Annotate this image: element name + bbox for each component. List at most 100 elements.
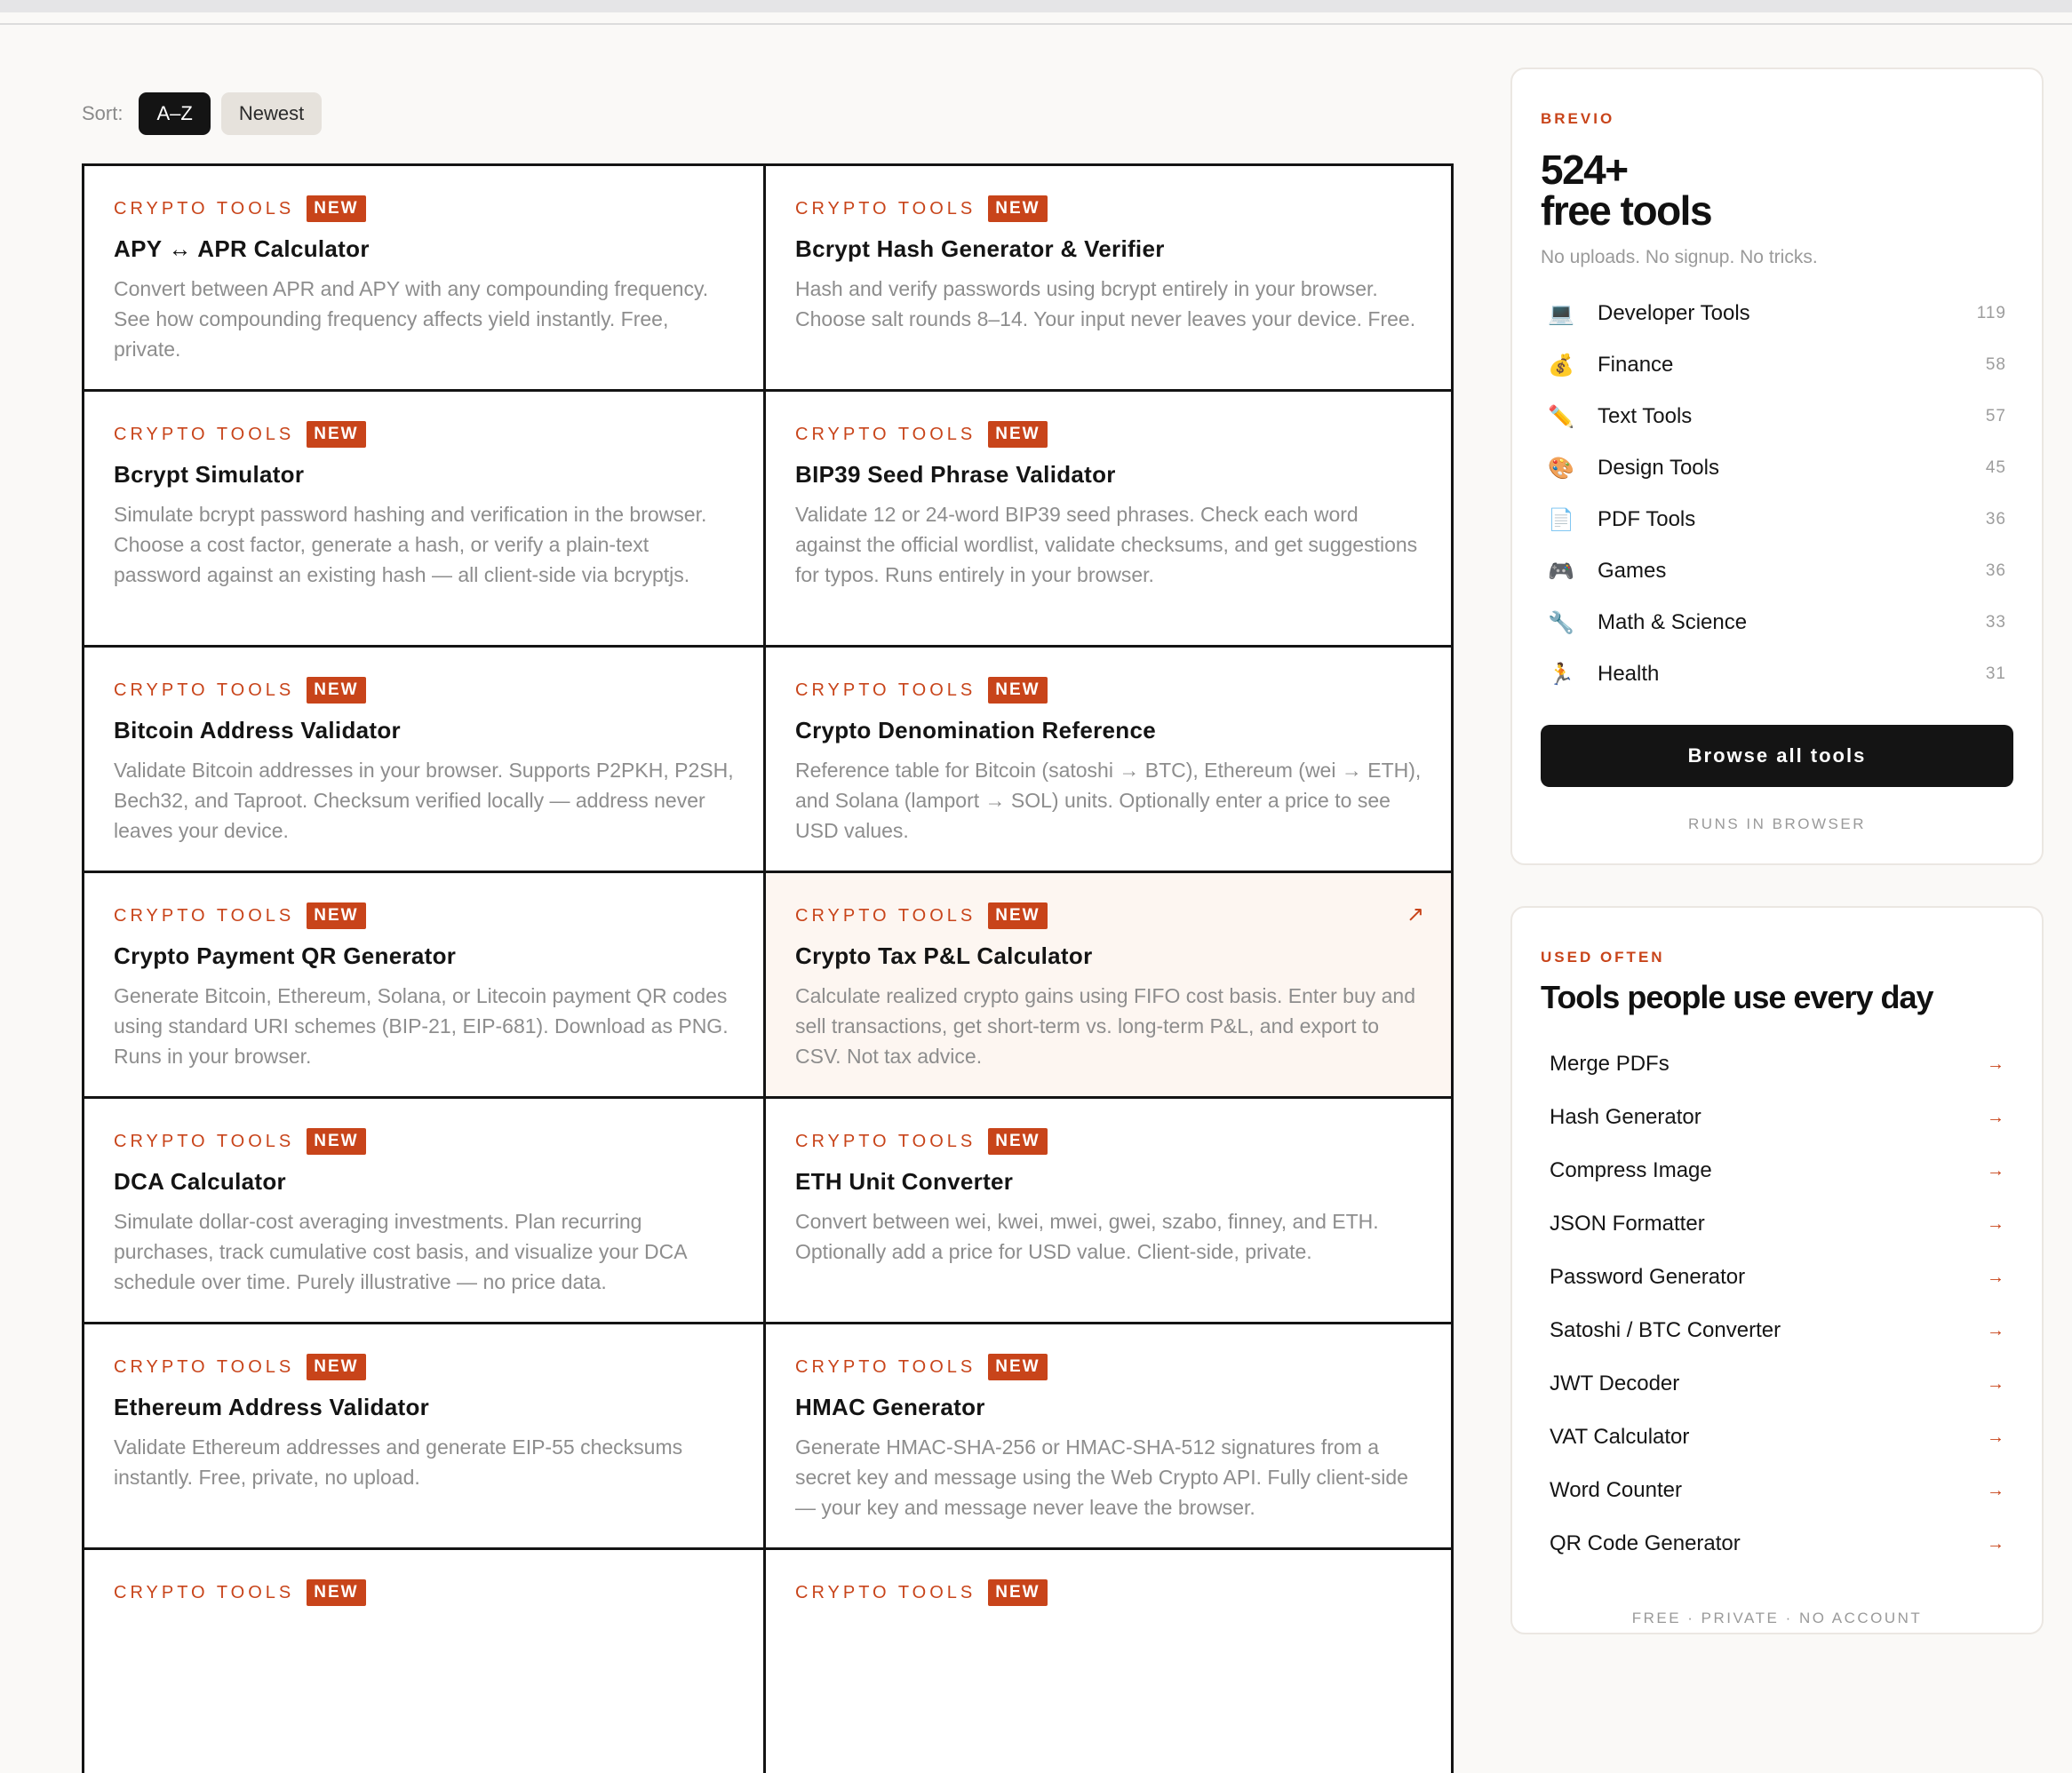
tool-card[interactable]: CRYPTO TOOLS NEW Bitcoin Address Validator… xyxy=(82,645,766,871)
category-icon: 🎮 xyxy=(1548,559,1574,584)
card-tagline: CRYPTO TOOLS NEW xyxy=(795,420,1423,449)
card-description: Validate 12 or 24-word BIP39 seed phrase… xyxy=(795,503,1418,586)
sort-newest-button[interactable]: Newest xyxy=(220,92,323,135)
tool-card[interactable]: CRYPTO TOOLS NEW APY ↔ APR Calculator Conve… xyxy=(82,163,766,389)
card-category: CRYPTO TOOLS xyxy=(114,1582,295,1602)
new-badge: NEW xyxy=(988,902,1048,929)
used-often-item[interactable]: Merge PDFs → xyxy=(1541,1038,2013,1091)
category-name: Health xyxy=(1598,662,1660,686)
arrow-right-icon: → xyxy=(1987,1213,2004,1234)
category-count: 33 xyxy=(1985,613,2006,632)
used-often-item[interactable]: JSON Formatter → xyxy=(1541,1197,2013,1251)
category-count: 45 xyxy=(1985,458,2006,477)
used-often-item[interactable]: Password Generator → xyxy=(1541,1251,2013,1304)
open-arrow-icon[interactable]: ↗ xyxy=(1407,902,1424,927)
tool-card[interactable]: CRYPTO TOOLS NEW Crypto Tax P&L Calculator… xyxy=(766,871,1454,1096)
new-badge: NEW xyxy=(307,677,366,704)
card-category: CRYPTO TOOLS xyxy=(114,905,295,926)
new-badge: NEW xyxy=(307,902,366,929)
new-badge: NEW xyxy=(307,1579,366,1606)
category-item[interactable]: 🏃 Health 31 xyxy=(1541,648,2013,700)
card-category: CRYPTO TOOLS xyxy=(795,198,976,219)
sort-a-z-button[interactable]: A–Z xyxy=(139,92,211,135)
browse-all-tools-button[interactable]: Browse all tools xyxy=(1541,725,2013,787)
tool-card[interactable]: CRYPTO TOOLS NEW Crypto Payment QR Generat… xyxy=(82,871,766,1096)
tool-card[interactable]: CRYPTO TOOLS NEW HMAC Generator Generate HM… xyxy=(766,1322,1454,1547)
arrow-right-icon: → xyxy=(1987,1160,2004,1181)
category-count: 36 xyxy=(1985,561,2006,580)
card-title: APY ↔ APR Calculator xyxy=(114,235,370,262)
category-icon: 📄 xyxy=(1548,507,1574,532)
used-often-item[interactable]: VAT Calculator → xyxy=(1541,1411,2013,1464)
browser-top-strip xyxy=(0,0,2072,12)
category-name: PDF Tools xyxy=(1598,507,1696,531)
used-often-item[interactable]: Hash Generator → xyxy=(1541,1091,2013,1144)
runs-in-browser-note: RUNS IN BROWSER xyxy=(1688,815,1866,832)
category-item[interactable]: 🔧 Math & Science 33 xyxy=(1541,597,2013,648)
arrow-right-icon: → xyxy=(1987,1480,2004,1500)
new-badge: NEW xyxy=(307,1354,366,1380)
new-badge: NEW xyxy=(988,1354,1048,1380)
used-often-item-label: Hash Generator xyxy=(1550,1105,1701,1129)
category-name: Math & Science xyxy=(1598,610,1748,634)
tool-card[interactable]: CRYPTO TOOLS NEW Ethereum Address Validato… xyxy=(82,1322,766,1547)
card-tagline: CRYPTO TOOLS NEW xyxy=(114,420,735,449)
category-item[interactable]: 📄 PDF Tools 36 xyxy=(1541,494,2013,545)
card-description: Reference table for Bitcoin (satoshi → B… xyxy=(795,759,1422,842)
category-item[interactable]: 💻 Developer Tools 119 xyxy=(1541,288,2013,339)
category-icon: 💻 xyxy=(1548,301,1574,326)
used-often-item-label: JWT Decoder xyxy=(1550,1371,1680,1395)
card-description: Simulate dollar-cost averaging investmen… xyxy=(114,1210,687,1293)
category-item[interactable]: ✏️ Text Tools 57 xyxy=(1541,391,2013,442)
category-count: 36 xyxy=(1985,510,2006,529)
used-often-item-label: Merge PDFs xyxy=(1550,1052,1670,1076)
category-icon: 💰 xyxy=(1548,353,1574,378)
category-item[interactable]: 🎨 Design Tools 45 xyxy=(1541,442,2013,494)
tool-card[interactable]: CRYPTO TOOLS NEW xyxy=(766,1547,1454,1773)
used-often-item[interactable]: Satoshi / BTC Converter → xyxy=(1541,1304,2013,1357)
category-name: Text Tools xyxy=(1598,404,1693,428)
used-often-item[interactable]: JWT Decoder → xyxy=(1541,1357,2013,1411)
card-category: CRYPTO TOOLS xyxy=(795,1131,976,1151)
new-badge: NEW xyxy=(988,1579,1048,1606)
tool-card[interactable]: CRYPTO TOOLS NEW DCA Calculator Simulate do… xyxy=(82,1096,766,1322)
category-item[interactable]: 💰 Finance 58 xyxy=(1541,339,2013,391)
card-tagline: CRYPTO TOOLS NEW xyxy=(114,1353,735,1381)
panel-subtitle: No uploads. No signup. No tricks. xyxy=(1541,247,1818,267)
new-badge: NEW xyxy=(307,1128,366,1155)
new-badge: NEW xyxy=(988,1128,1048,1155)
used-often-item-label: Satoshi / BTC Converter xyxy=(1550,1318,1781,1342)
category-name: Games xyxy=(1598,559,1667,583)
card-tagline: CRYPTO TOOLS NEW xyxy=(114,902,735,930)
brand-eyebrow: BREVIO xyxy=(1541,110,1615,127)
card-category: CRYPTO TOOLS xyxy=(795,424,976,444)
card-title: DCA Calculator xyxy=(114,1168,286,1195)
category-icon: 🏃 xyxy=(1548,662,1574,687)
category-name: Design Tools xyxy=(1598,456,1719,480)
sort-bar: Sort: A–Z Newest xyxy=(82,92,332,135)
used-often-item-label: Password Generator xyxy=(1550,1265,1746,1289)
used-often-item[interactable]: QR Code Generator → xyxy=(1541,1517,2013,1570)
card-tagline: CRYPTO TOOLS NEW xyxy=(114,195,735,223)
card-description: Hash and verify passwords using bcrypt e… xyxy=(795,277,1416,330)
card-description: Calculate realized crypto gains using FI… xyxy=(795,984,1416,1068)
card-tagline: CRYPTO TOOLS NEW xyxy=(795,195,1423,223)
category-count: 31 xyxy=(1985,664,2006,683)
tool-card[interactable]: CRYPTO TOOLS NEW BIP39 Seed Phrase Validat… xyxy=(766,389,1454,645)
arrow-right-icon: → xyxy=(1987,1373,2004,1394)
tool-card[interactable]: CRYPTO TOOLS NEW Bcrypt Hash Generator & V… xyxy=(766,163,1454,389)
tool-card[interactable]: CRYPTO TOOLS NEW Bcrypt Simulator Simulate … xyxy=(82,389,766,645)
card-title: Crypto Denomination Reference xyxy=(795,717,1156,743)
used-often-item[interactable]: Compress Image → xyxy=(1541,1144,2013,1197)
used-often-item[interactable]: Word Counter → xyxy=(1541,1464,2013,1517)
card-tagline: CRYPTO TOOLS NEW xyxy=(114,1127,735,1156)
category-name: Developer Tools xyxy=(1598,301,1750,325)
tool-card[interactable]: CRYPTO TOOLS NEW ETH Unit Converter Convert… xyxy=(766,1096,1454,1322)
used-often-item-label: QR Code Generator xyxy=(1550,1531,1741,1555)
used-often-list: Merge PDFs → Hash Generator → Compress Image… xyxy=(1541,1038,2013,1570)
tool-card[interactable]: CRYPTO TOOLS NEW Crypto Denomination Refer… xyxy=(766,645,1454,871)
arrow-right-icon: → xyxy=(1987,1320,2004,1340)
tool-card[interactable]: CRYPTO TOOLS NEW xyxy=(82,1547,766,1773)
category-item[interactable]: 🎮 Games 36 xyxy=(1541,545,2013,597)
category-icon: 🎨 xyxy=(1548,456,1574,481)
